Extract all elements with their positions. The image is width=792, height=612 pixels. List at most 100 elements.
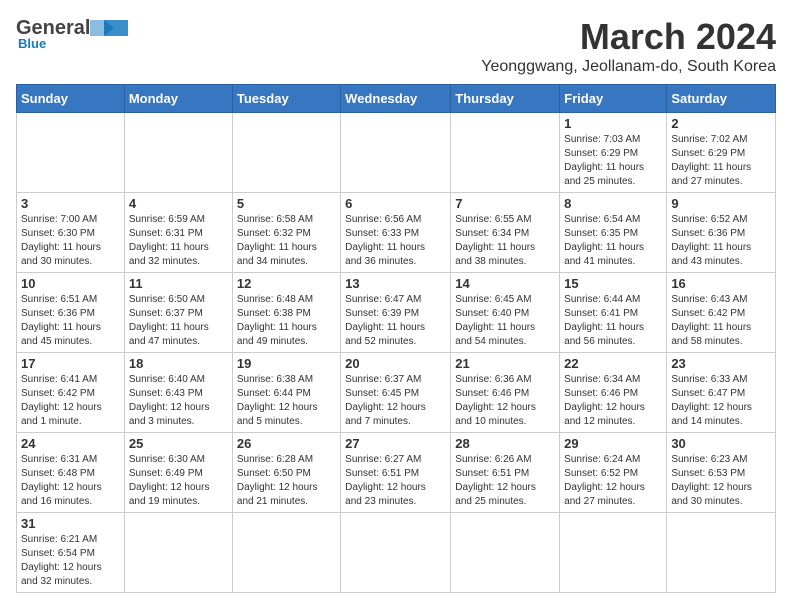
day-cell-6: 6Sunrise: 6:56 AM Sunset: 6:33 PM Daylig… (341, 193, 451, 273)
day-cell-5: 5 Sunrise: 6:58 AM Sunset: 6:32 PM Daylig… (232, 193, 340, 273)
day-cell-30: 30Sunrise: 6:23 AM Sunset: 6:53 PM Dayli… (667, 433, 776, 513)
day-cell-19: 19 Sunrise: 6:38 AM Sunset: 6:44 PM Dayli… (232, 353, 340, 433)
calendar-row: 24Sunrise: 6:31 AM Sunset: 6:48 PM Dayli… (17, 433, 776, 513)
header-monday: Monday (124, 85, 232, 113)
day-cell-18: 18Sunrise: 6:40 AM Sunset: 6:43 PM Dayli… (124, 353, 232, 433)
day-cell-27: 27 Sunrise: 6:27 AM Sunset: 6:51 PM Dayli… (341, 433, 451, 513)
day-number: 1 (564, 116, 662, 131)
empty-cell (341, 513, 451, 593)
day-number: 2 (671, 116, 771, 131)
day-number: 4 (129, 196, 228, 211)
day-info: Sunrise: 6:28 AM Sunset: 6:50 PM Dayligh… (237, 453, 336, 509)
day-number: 15 (564, 276, 662, 291)
logo-icon (90, 16, 128, 40)
calendar-row: 31 Sunrise: 6:21 AM Sunset: 6:54 PM Dayli… (17, 513, 776, 593)
empty-cell (124, 513, 232, 593)
day-info: Sunrise: 6:34 AM Sunset: 6:46 PM Dayligh… (564, 373, 662, 429)
day-cell-31: 31 Sunrise: 6:21 AM Sunset: 6:54 PM Dayli… (17, 513, 125, 593)
empty-cell (451, 513, 560, 593)
day-number: 5 (237, 196, 336, 211)
calendar-row: 17 Sunrise: 6:41 AM Sunset: 6:42 PM Dayli… (17, 353, 776, 433)
empty-cell (17, 113, 125, 193)
day-cell-20: 20 Sunrise: 6:37 AM Sunset: 6:45 PM Dayli… (341, 353, 451, 433)
day-info: Sunrise: 6:37 AM Sunset: 6:45 PM Dayligh… (345, 373, 446, 429)
day-number: 21 (455, 356, 555, 371)
day-info: Sunrise: 7:02 AM Sunset: 6:29 PM Dayligh… (671, 133, 771, 189)
day-info: Sunrise: 6:27 AM Sunset: 6:51 PM Dayligh… (345, 453, 446, 509)
day-info: Sunrise: 6:52 AM Sunset: 6:36 PM Dayligh… (671, 213, 771, 269)
day-info: Sunrise: 7:03 AM Sunset: 6:29 PM Dayligh… (564, 133, 662, 189)
day-cell-14: 14Sunrise: 6:45 AM Sunset: 6:40 PM Dayli… (451, 273, 560, 353)
day-cell-8: 8 Sunrise: 6:54 AM Sunset: 6:35 PM Daylig… (560, 193, 667, 273)
day-number: 9 (671, 196, 771, 211)
day-number: 18 (129, 356, 228, 371)
day-cell-28: 28Sunrise: 6:26 AM Sunset: 6:51 PM Dayli… (451, 433, 560, 513)
header-thursday: Thursday (451, 85, 560, 113)
day-number: 22 (564, 356, 662, 371)
day-info: Sunrise: 7:00 AM Sunset: 6:30 PM Dayligh… (21, 213, 120, 269)
main-title: March 2024 (481, 16, 776, 58)
day-cell-21: 21Sunrise: 6:36 AM Sunset: 6:46 PM Dayli… (451, 353, 560, 433)
day-cell-3: 3 Sunrise: 7:00 AM Sunset: 6:30 PM Daylig… (17, 193, 125, 273)
calendar-row: 10 Sunrise: 6:51 AM Sunset: 6:36 PM Dayli… (17, 273, 776, 353)
day-info: Sunrise: 6:56 AM Sunset: 6:33 PM Dayligh… (345, 213, 446, 269)
header-sunday: Sunday (17, 85, 125, 113)
day-info: Sunrise: 6:44 AM Sunset: 6:41 PM Dayligh… (564, 293, 662, 349)
day-info: Sunrise: 6:41 AM Sunset: 6:42 PM Dayligh… (21, 373, 120, 429)
day-number: 23 (671, 356, 771, 371)
day-info: Sunrise: 6:50 AM Sunset: 6:37 PM Dayligh… (129, 293, 228, 349)
day-info: Sunrise: 6:45 AM Sunset: 6:40 PM Dayligh… (455, 293, 555, 349)
day-cell-1: 1 Sunrise: 7:03 AM Sunset: 6:29 PM Daylig… (560, 113, 667, 193)
calendar: Sunday Monday Tuesday Wednesday Thursday… (16, 84, 776, 593)
day-info: Sunrise: 6:54 AM Sunset: 6:35 PM Dayligh… (564, 213, 662, 269)
header-friday: Friday (560, 85, 667, 113)
day-number: 27 (345, 436, 446, 451)
day-info: Sunrise: 6:38 AM Sunset: 6:44 PM Dayligh… (237, 373, 336, 429)
empty-cell (232, 513, 340, 593)
day-number: 11 (129, 276, 228, 291)
day-number: 13 (345, 276, 446, 291)
day-number: 7 (455, 196, 555, 211)
day-info: Sunrise: 6:26 AM Sunset: 6:51 PM Dayligh… (455, 453, 555, 509)
day-cell-17: 17 Sunrise: 6:41 AM Sunset: 6:42 PM Dayli… (17, 353, 125, 433)
day-cell-12: 12Sunrise: 6:48 AM Sunset: 6:38 PM Dayli… (232, 273, 340, 353)
day-number: 20 (345, 356, 446, 371)
day-number: 25 (129, 436, 228, 451)
empty-cell (341, 113, 451, 193)
day-number: 16 (671, 276, 771, 291)
day-cell-16: 16Sunrise: 6:43 AM Sunset: 6:42 PM Dayli… (667, 273, 776, 353)
calendar-row: 1 Sunrise: 7:03 AM Sunset: 6:29 PM Daylig… (17, 113, 776, 193)
day-info: Sunrise: 6:58 AM Sunset: 6:32 PM Dayligh… (237, 213, 336, 269)
day-cell-15: 15 Sunrise: 6:44 AM Sunset: 6:41 PM Dayli… (560, 273, 667, 353)
empty-cell (560, 513, 667, 593)
empty-cell (451, 113, 560, 193)
day-number: 17 (21, 356, 120, 371)
day-number: 31 (21, 516, 120, 531)
day-info: Sunrise: 6:30 AM Sunset: 6:49 PM Dayligh… (129, 453, 228, 509)
day-info: Sunrise: 6:51 AM Sunset: 6:36 PM Dayligh… (21, 293, 120, 349)
day-cell-11: 11 Sunrise: 6:50 AM Sunset: 6:37 PM Dayli… (124, 273, 232, 353)
day-cell-4: 4Sunrise: 6:59 AM Sunset: 6:31 PM Daylig… (124, 193, 232, 273)
day-info: Sunrise: 6:55 AM Sunset: 6:34 PM Dayligh… (455, 213, 555, 269)
logo: General Blue (16, 16, 128, 51)
day-number: 8 (564, 196, 662, 211)
day-info: Sunrise: 6:21 AM Sunset: 6:54 PM Dayligh… (21, 533, 120, 589)
title-area: March 2024 Yeonggwang, Jeollanam-do, Sou… (481, 16, 776, 76)
day-info: Sunrise: 6:47 AM Sunset: 6:39 PM Dayligh… (345, 293, 446, 349)
day-number: 3 (21, 196, 120, 211)
empty-cell (232, 113, 340, 193)
header-tuesday: Tuesday (232, 85, 340, 113)
day-cell-9: 9 Sunrise: 6:52 AM Sunset: 6:36 PM Daylig… (667, 193, 776, 273)
day-cell-2: 2 Sunrise: 7:02 AM Sunset: 6:29 PM Daylig… (667, 113, 776, 193)
day-info: Sunrise: 6:23 AM Sunset: 6:53 PM Dayligh… (671, 453, 771, 509)
day-cell-22: 22 Sunrise: 6:34 AM Sunset: 6:46 PM Dayli… (560, 353, 667, 433)
day-number: 10 (21, 276, 120, 291)
header-wednesday: Wednesday (341, 85, 451, 113)
day-cell-7: 7 Sunrise: 6:55 AM Sunset: 6:34 PM Daylig… (451, 193, 560, 273)
day-number: 19 (237, 356, 336, 371)
day-number: 26 (237, 436, 336, 451)
day-info: Sunrise: 6:31 AM Sunset: 6:48 PM Dayligh… (21, 453, 120, 509)
subtitle: Yeonggwang, Jeollanam-do, South Korea (481, 58, 776, 76)
day-cell-29: 29Sunrise: 6:24 AM Sunset: 6:52 PM Dayli… (560, 433, 667, 513)
empty-cell (124, 113, 232, 193)
